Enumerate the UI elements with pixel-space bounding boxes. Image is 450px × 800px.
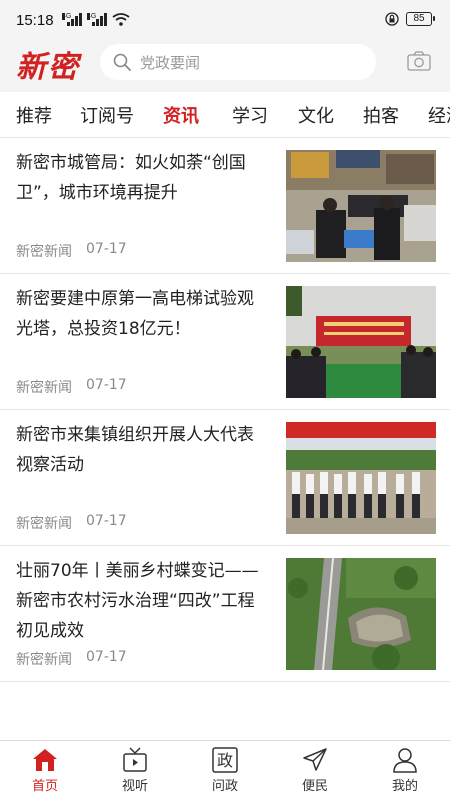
tab-study[interactable]: 学习 [232, 102, 268, 128]
nav-audiovisual[interactable]: 视听 [90, 741, 180, 800]
news-thumbnail [286, 286, 436, 398]
tab-news[interactable]: 资讯 [163, 102, 199, 128]
news-source: 新密新闻 [16, 244, 72, 260]
nav-label: 视听 [121, 779, 148, 794]
user-icon [393, 748, 417, 773]
status-bar: 15:18 4G 4G 85 [0, 0, 450, 40]
nav-services[interactable]: 便民 [270, 741, 360, 800]
nav-home[interactable]: 首页 [0, 741, 90, 800]
send-icon [303, 748, 327, 771]
search-input[interactable]: 党政要闻 [100, 44, 376, 80]
app-logo: 新密 [16, 50, 80, 85]
news-source: 新密新闻 [16, 380, 72, 396]
search-icon [113, 53, 131, 71]
news-meta: 新密新闻 07-17 [16, 241, 127, 261]
status-right: 85 [385, 12, 435, 26]
news-meta: 新密新闻 07-17 [16, 649, 127, 669]
zheng-glyph: 政 [217, 751, 233, 770]
news-title: 壮丽70年丨美丽乡村蝶变记——新密市农村污水治理“四改”工程初见成效 [16, 561, 259, 641]
news-item[interactable]: 新密市来集镇组织开展人大代表视察活动 新密新闻 07-17 [0, 410, 450, 546]
news-date: 07-17 [86, 241, 127, 257]
rotation-lock-icon [385, 12, 399, 26]
news-item[interactable]: 新密市城管局：如火如荼“创国卫”，城市环境再提升 新密新闻 07-17 [0, 138, 450, 274]
news-source: 新密新闻 [16, 516, 72, 532]
search-placeholder: 党政要闻 [140, 53, 201, 72]
nav-label: 首页 [31, 779, 58, 794]
news-date: 07-17 [86, 513, 127, 529]
signal-indicators: 4G 4G [62, 13, 130, 26]
news-meta: 新密新闻 07-17 [16, 513, 127, 533]
tab-photographer[interactable]: 拍客 [363, 102, 399, 128]
news-title: 新密市来集镇组织开展人大代表视察活动 [16, 425, 254, 475]
nav-profile[interactable]: 我的 [360, 741, 450, 800]
tab-culture[interactable]: 文化 [298, 102, 334, 128]
news-thumbnail [286, 558, 436, 670]
news-date: 07-17 [86, 377, 127, 393]
tab-recommend[interactable]: 推荐 [16, 102, 52, 128]
news-item[interactable]: 壮丽70年丨美丽乡村蝶变记——新密市农村污水治理“四改”工程初见成效 新密新闻 … [0, 546, 450, 682]
signal-tag: 4G [87, 13, 97, 20]
status-time: 15:18 [16, 12, 54, 29]
tab-subscriptions[interactable]: 订阅号 [80, 102, 134, 128]
battery-icon: 85 [406, 12, 435, 26]
app-header: 新密 党政要闻 [0, 40, 450, 92]
category-tabs: 推荐 订阅号 资讯 学习 文化 拍客 经济 [0, 92, 450, 138]
nav-label: 便民 [301, 779, 328, 794]
news-thumbnail [286, 422, 436, 534]
tv-icon [123, 747, 147, 772]
tab-economy[interactable]: 经济 [428, 102, 450, 128]
news-source: 新密新闻 [16, 652, 72, 668]
signal-icon: 4G [87, 13, 107, 26]
zheng-icon: 政 [212, 747, 238, 773]
wifi-icon [112, 13, 130, 26]
nav-label: 问政 [211, 779, 238, 794]
news-date: 07-17 [86, 649, 127, 665]
nav-inquiry[interactable]: 政 问政 [180, 741, 270, 800]
signal-icon: 4G [62, 13, 82, 26]
camera-icon[interactable] [407, 51, 431, 71]
nav-label: 我的 [391, 779, 418, 794]
signal-tag: 4G [62, 13, 72, 20]
news-title: 新密要建中原第一高电梯试验观光塔，总投资18亿元！ [16, 289, 254, 339]
news-meta: 新密新闻 07-17 [16, 377, 127, 397]
bottom-navigation: 首页 视听 政 问政 便民 我的 [0, 740, 450, 800]
home-icon [33, 749, 57, 771]
news-title: 新密市城管局：如火如荼“创国卫”，城市环境再提升 [16, 153, 246, 203]
news-item[interactable]: 新密要建中原第一高电梯试验观光塔，总投资18亿元！ 新密新闻 07-17 [0, 274, 450, 410]
news-thumbnail [286, 150, 436, 262]
